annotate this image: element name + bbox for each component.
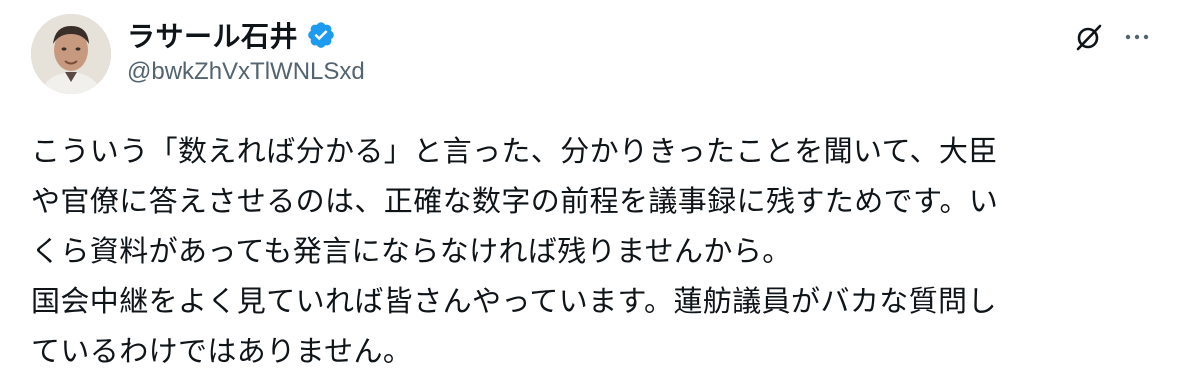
grok-button[interactable]: [1072, 20, 1106, 54]
avatar[interactable]: [31, 14, 111, 94]
tweet-text: こういう「数えれば分かる」と言った、分かりきったことを聞いて、大臣 や官僚に答え…: [31, 126, 1171, 376]
more-options-button[interactable]: [1120, 20, 1154, 54]
tweet-text-line: ているわけではありません。: [31, 334, 413, 368]
avatar-image: [31, 14, 111, 94]
tweet-text-line: くら資料があっても発言にならなければ残りませんから。: [31, 234, 792, 268]
author-handle[interactable]: @bwkZhVxTlWNLSxd: [127, 58, 365, 86]
verified-badge-icon: [306, 20, 336, 50]
author-name-row: ラサール石井: [127, 14, 336, 56]
tweet-text-line: や官僚に答えさせるのは、正確な数字の前程を議事録に残すためです。い: [31, 184, 999, 218]
tweet-card: ラサール石井 @bwkZhVxTlWNLSxd こういう「数えれば分かる」と言っ…: [0, 0, 1188, 386]
grok-icon: [1076, 24, 1102, 51]
tweet-text-line: こういう「数えれば分かる」と言った、分かりきったことを聞いて、大臣: [31, 134, 998, 168]
more-icon: [1125, 34, 1149, 40]
tweet-text-line: 国会中継をよく見ていれば皆さんやっています。蓮舫議員がバカな質問し: [31, 284, 997, 318]
author-display-name[interactable]: ラサール石井: [127, 15, 298, 55]
